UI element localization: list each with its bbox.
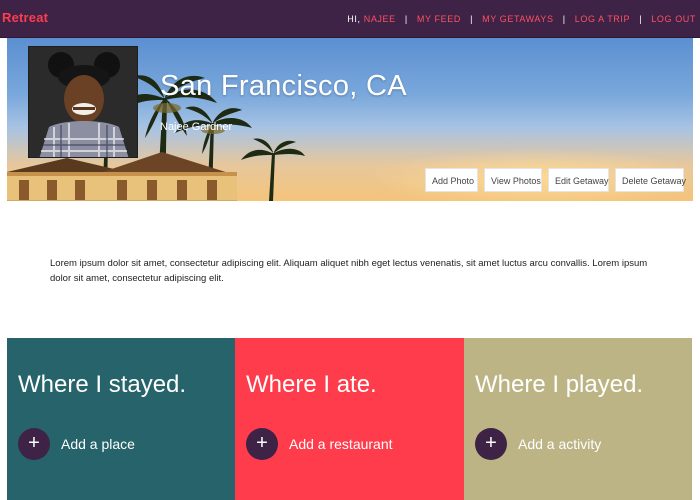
add-place-label[interactable]: Add a place [61,436,135,452]
nav-links: HI, NAJEE | MY FEED | MY GETAWAYS | LOG … [347,14,696,24]
nav-separator: | [639,14,643,24]
edit-getaway-button[interactable]: Edit Getaway [548,168,609,192]
my-feed-link[interactable]: MY FEED [417,14,461,24]
top-nav-bar: Retreat HI, NAJEE | MY FEED | MY GETAWAY… [0,0,700,38]
add-activity-button[interactable]: + Add a activity [475,428,601,460]
getaway-description: Lorem ipsum dolor sit amet, consectetur … [50,258,648,284]
log-a-trip-link[interactable]: LOG A TRIP [575,14,630,24]
plus-icon[interactable]: + [246,428,278,460]
panel-title: Where I ate. [246,371,377,398]
panel-title: Where I played. [475,371,644,398]
user-name-link[interactable]: NAJEE [364,14,396,24]
log-out-link[interactable]: LOG OUT [651,14,696,24]
where-i-played-panel: Where I played. + Add a activity [464,338,692,500]
nav-separator: | [404,14,408,24]
person-avatar-icon [29,47,137,157]
plus-icon[interactable]: + [18,428,50,460]
greeting-text: HI, [347,14,361,24]
add-place-button[interactable]: + Add a place [18,428,135,460]
view-photos-button[interactable]: View Photos [484,168,542,192]
my-getaways-link[interactable]: MY GETAWAYS [482,14,553,24]
panel-title: Where I stayed. [18,371,187,398]
add-restaurant-label[interactable]: Add a restaurant [289,436,393,452]
getaway-owner-name[interactable]: Najee Gardner [160,121,232,133]
add-activity-label[interactable]: Add a activity [518,436,601,452]
where-i-stayed-panel: Where I stayed. + Add a place [7,338,235,500]
getaway-actions: Add Photo View Photos Edit Getaway Delet… [425,168,686,192]
getaway-sections: Where I stayed. + Add a place Where I at… [7,338,692,500]
profile-photo[interactable] [28,46,138,158]
where-i-ate-panel: Where I ate. + Add a restaurant [235,338,464,500]
retreat-logo[interactable]: Retreat [2,10,48,25]
nav-separator: | [470,14,474,24]
getaway-city-title: San Francisco, CA [160,70,407,102]
plus-icon[interactable]: + [475,428,507,460]
nav-separator: | [562,14,566,24]
add-photo-button[interactable]: Add Photo [425,168,478,192]
hero-banner: San Francisco, CA Najee Gardner Add Phot… [7,38,693,201]
delete-getaway-button[interactable]: Delete Getaway [615,168,686,192]
add-restaurant-button[interactable]: + Add a restaurant [246,428,393,460]
